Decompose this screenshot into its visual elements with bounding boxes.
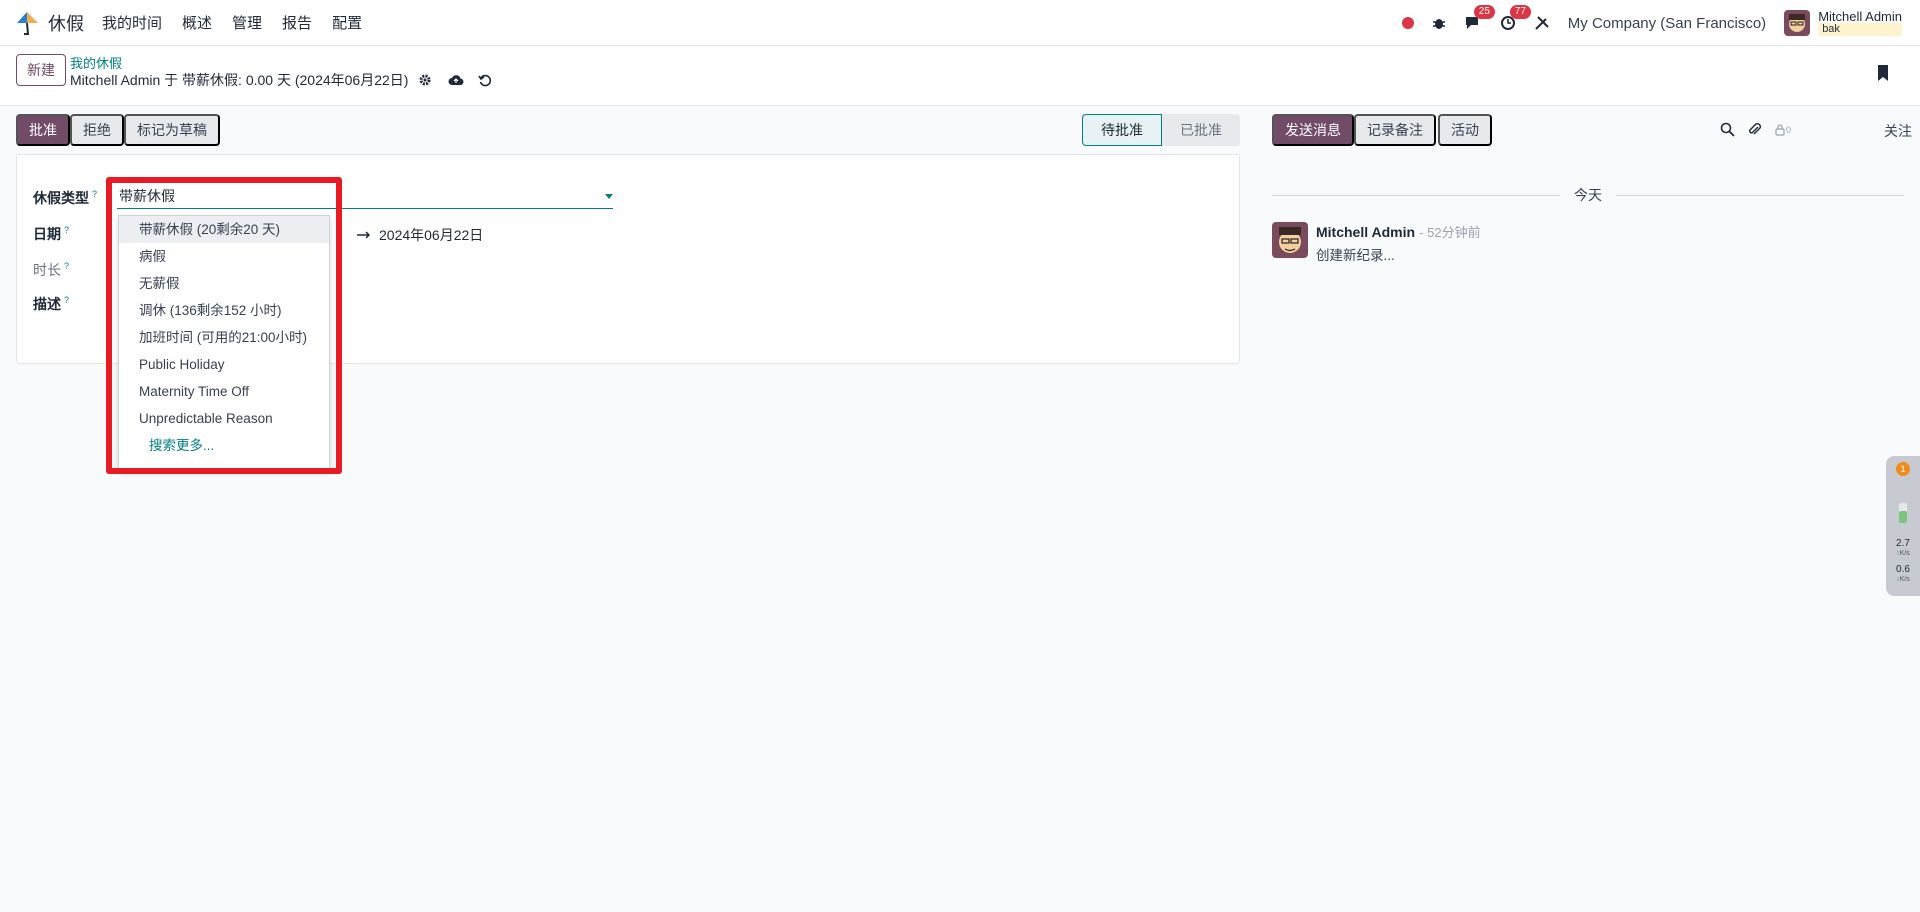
follow-button[interactable]: 关注 bbox=[1884, 121, 1912, 141]
dropdown-option[interactable]: Unpredictable Reason bbox=[119, 405, 329, 432]
activity-button[interactable]: 活动 bbox=[1438, 114, 1492, 146]
top-navbar: 休假 我的时间 概述 管理 报告 配置 25 77 My Company (Sa… bbox=[0, 0, 1920, 46]
upload-unit: ↑K/s bbox=[1896, 550, 1910, 557]
network-speed-widget[interactable]: 1 2.7 ↑K/s 0.6 ↓K/s bbox=[1886, 456, 1920, 596]
dropdown-option[interactable]: Maternity Time Off bbox=[119, 378, 329, 405]
approve-button[interactable]: 批准 bbox=[16, 114, 70, 146]
leave-type-value: 带薪休假 bbox=[119, 188, 175, 204]
log-note-button[interactable]: 记录备注 bbox=[1354, 114, 1436, 146]
debug-menu[interactable] bbox=[1432, 16, 1446, 30]
record-dot-icon bbox=[1401, 17, 1414, 29]
message-header: Mitchell Admin - 52分钟前 bbox=[1316, 222, 1481, 241]
company-switcher[interactable]: My Company (San Francisco) bbox=[1568, 15, 1766, 32]
separator-line bbox=[1272, 194, 1560, 196]
tools-icon bbox=[1535, 16, 1549, 30]
database-name: bak bbox=[1818, 23, 1902, 36]
record-title-text: Mitchell Admin 于 带薪休假: 0.00 天 (2024年06月2… bbox=[70, 72, 409, 88]
dropdown-option[interactable]: 调休 (136剩余152 小时) bbox=[119, 297, 329, 324]
mark-as-draft-button[interactable]: 标记为草稿 bbox=[124, 114, 220, 146]
tools-menu[interactable] bbox=[1534, 15, 1550, 31]
user-menu[interactable]: Mitchell Admin bak bbox=[1784, 10, 1902, 36]
help-icon[interactable]: ? bbox=[92, 189, 97, 199]
menu-reporting[interactable]: 报告 bbox=[282, 12, 312, 33]
today-separator: 今天 bbox=[1272, 185, 1904, 205]
activity-menu[interactable]: 77 bbox=[1500, 5, 1531, 31]
menu-my-time[interactable]: 我的时间 bbox=[102, 12, 162, 33]
date-label: 日期? bbox=[33, 225, 70, 242]
chatter-message: Mitchell Admin - 52分钟前 创建新纪录... bbox=[1272, 222, 1481, 264]
download-speed: 0.6 bbox=[1896, 564, 1910, 575]
control-panel: 新建 我的休假 Mitchell Admin 于 带薪休假: 0.00 天 (2… bbox=[0, 46, 1920, 106]
message-author[interactable]: Mitchell Admin bbox=[1316, 224, 1415, 240]
app-name[interactable]: 休假 bbox=[48, 10, 84, 36]
today-label: 今天 bbox=[1574, 187, 1602, 203]
bookmark-icon[interactable] bbox=[1876, 64, 1890, 86]
user-text: Mitchell Admin bak bbox=[1818, 10, 1902, 36]
description-label: 描述? bbox=[33, 295, 70, 312]
dropdown-option[interactable]: 加班时间 (可用的21:00小时) bbox=[119, 324, 329, 351]
help-icon[interactable]: ? bbox=[64, 261, 69, 271]
message-text: 创建新纪录... bbox=[1316, 248, 1395, 263]
send-message-button[interactable]: 发送消息 bbox=[1272, 114, 1354, 146]
notification-badge: 1 bbox=[1886, 462, 1920, 476]
gear-icon[interactable] bbox=[418, 73, 432, 87]
message-body: Mitchell Admin - 52分钟前 创建新纪录... bbox=[1316, 222, 1481, 264]
search-icon[interactable] bbox=[1720, 122, 1735, 137]
bug-icon bbox=[1432, 19, 1445, 29]
stage-to-approve[interactable]: 待批准 bbox=[1082, 114, 1162, 146]
new-button[interactable]: 新建 bbox=[16, 54, 66, 86]
upload-speed: 2.7 bbox=[1896, 538, 1910, 549]
menu-overview[interactable]: 概述 bbox=[182, 12, 212, 33]
leave-type-input[interactable]: 带薪休假 bbox=[117, 185, 613, 209]
menu-configuration[interactable]: 配置 bbox=[332, 12, 362, 33]
follower-count: 0 bbox=[1786, 124, 1792, 135]
stage-approved[interactable]: 已批准 bbox=[1162, 114, 1240, 146]
dropdown-option[interactable]: 带薪休假 (20剩余20 天) bbox=[119, 216, 329, 243]
activity-badge: 77 bbox=[1509, 5, 1531, 19]
separator-line bbox=[1616, 194, 1904, 196]
help-icon[interactable]: ? bbox=[64, 225, 69, 235]
refuse-button[interactable]: 拒绝 bbox=[70, 114, 124, 146]
recording-indicator[interactable] bbox=[1401, 17, 1414, 29]
systray: 25 77 My Company (San Francisco) Mitchel… bbox=[1384, 0, 1902, 46]
help-icon[interactable]: ? bbox=[64, 295, 69, 305]
discard-icon[interactable] bbox=[478, 74, 492, 87]
dropdown-option[interactable]: 无薪假 bbox=[119, 270, 329, 297]
chatter-icons: 0 bbox=[1720, 122, 1803, 137]
date-to-field[interactable]: 2024年06月22日 bbox=[357, 225, 483, 245]
message-author-avatar[interactable] bbox=[1272, 222, 1308, 258]
time-off-app-icon[interactable] bbox=[14, 10, 40, 36]
paperclip-icon[interactable] bbox=[1747, 122, 1762, 137]
battery-icon bbox=[1886, 502, 1920, 527]
record-title: Mitchell Admin 于 带薪休假: 0.00 天 (2024年06月2… bbox=[70, 70, 492, 90]
dropdown-option[interactable]: Public Holiday bbox=[119, 351, 329, 378]
cloud-upload-icon[interactable] bbox=[448, 74, 464, 86]
stage-indicator: 待批准 已批准 bbox=[1082, 114, 1240, 146]
date-to-value: 2024年06月22日 bbox=[379, 227, 484, 243]
user-avatar bbox=[1784, 10, 1811, 36]
message-time: - 52分钟前 bbox=[1419, 225, 1481, 240]
arrow-right-icon bbox=[357, 231, 371, 239]
caret-down-icon[interactable] bbox=[605, 194, 613, 199]
dropdown-option[interactable]: 病假 bbox=[119, 243, 329, 270]
duration-label: 时长? bbox=[33, 261, 70, 278]
search-more-link[interactable]: 搜索更多... bbox=[119, 432, 329, 459]
user-name: Mitchell Admin bbox=[1818, 9, 1902, 24]
download-unit: ↓K/s bbox=[1896, 576, 1910, 583]
main-menu: 我的时间 概述 管理 报告 配置 bbox=[102, 12, 382, 33]
leave-type-label: 休假类型? bbox=[33, 189, 98, 206]
chatter-topbar: 发送消息 记录备注 活动 0 关注 bbox=[1272, 112, 1912, 146]
company-name: My Company (San Francisco) bbox=[1567, 14, 1767, 32]
leave-type-dropdown: 带薪休假 (20剩余20 天) 病假 无薪假 调休 (136剩余152 小时) … bbox=[118, 215, 330, 471]
messaging-menu[interactable]: 25 bbox=[1464, 5, 1495, 31]
chat-badge: 25 bbox=[1473, 5, 1495, 19]
form-statusbar: 批准 拒绝 标记为草稿 待批准 已批准 bbox=[16, 112, 1240, 146]
followers-icon[interactable]: 0 bbox=[1774, 123, 1791, 136]
menu-management[interactable]: 管理 bbox=[232, 12, 262, 33]
